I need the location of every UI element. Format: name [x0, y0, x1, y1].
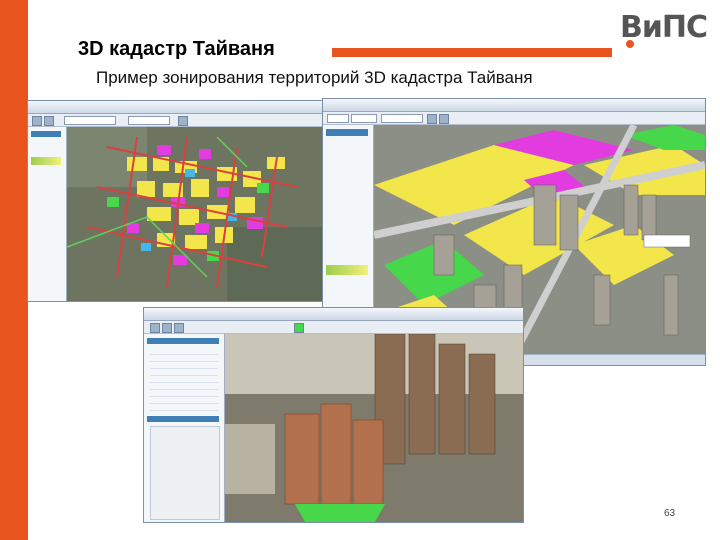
menu-bar: [144, 308, 523, 321]
screenshot-3d-detail: [143, 307, 524, 523]
tool-button[interactable]: [178, 116, 188, 126]
toolbar: [28, 114, 322, 127]
district-select[interactable]: [351, 114, 377, 123]
logo-dot: [626, 40, 634, 48]
page-number: 63: [664, 508, 676, 519]
zoning-map-2d[interactable]: [67, 127, 322, 301]
menu-bar: [28, 101, 322, 114]
tool-button[interactable]: [32, 116, 42, 126]
building-view-3d[interactable]: [225, 334, 523, 522]
tool-button[interactable]: [162, 323, 172, 333]
property-panel: [144, 334, 225, 522]
scale-select[interactable]: [128, 116, 170, 125]
toolbar: [323, 112, 705, 125]
menu-bar: [323, 99, 705, 112]
logo-text: ВиПС: [620, 10, 708, 45]
tool-button[interactable]: [439, 114, 449, 124]
view-select[interactable]: [327, 114, 349, 123]
tool-button[interactable]: [150, 323, 160, 333]
tool-button[interactable]: [427, 114, 437, 124]
title-rule: [332, 48, 612, 57]
tool-button[interactable]: [44, 116, 54, 126]
tool-button[interactable]: [294, 323, 304, 333]
screenshot-2d-map: [27, 100, 323, 302]
layer-select[interactable]: [381, 114, 423, 123]
layer-select[interactable]: [64, 116, 116, 125]
accent-side-bar: [0, 0, 28, 540]
slide-subtitle: Пример зонирования территорий 3D кадастр…: [96, 68, 533, 87]
company-logo: ВиПС: [620, 10, 712, 50]
tool-button[interactable]: [174, 323, 184, 333]
slide-title: 3D кадастр Тайваня: [78, 38, 275, 60]
layer-panel: [28, 127, 67, 301]
toolbar: [144, 321, 523, 334]
